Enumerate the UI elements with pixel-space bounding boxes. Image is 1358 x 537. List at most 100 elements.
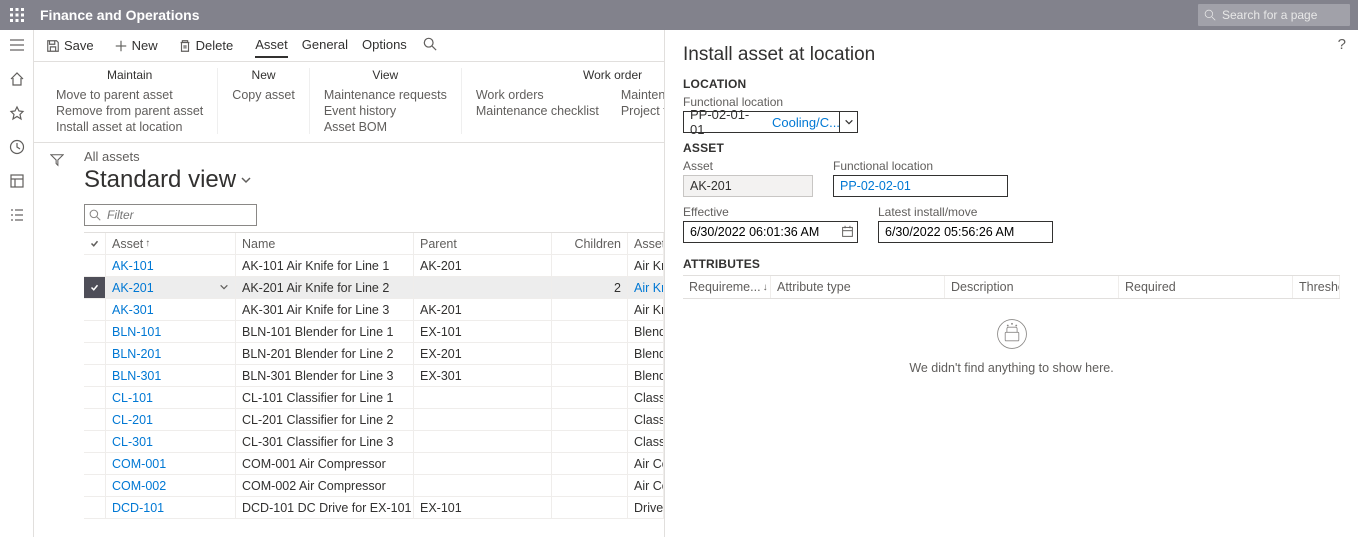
chevron-down-icon — [240, 174, 252, 186]
cell-asset[interactable]: AK-301 — [106, 299, 236, 320]
cell-asset[interactable]: CL-301 — [106, 431, 236, 452]
row-checkbox[interactable] — [84, 299, 106, 320]
cell-asset-type: Classif — [628, 409, 664, 430]
row-checkbox[interactable] — [84, 387, 106, 408]
cell-asset[interactable]: CL-101 — [106, 387, 236, 408]
cell-name: BLN-301 Blender for Line 3 — [236, 365, 414, 386]
workspaces-icon[interactable] — [6, 170, 28, 192]
tab-asset[interactable]: Asset — [255, 33, 288, 58]
cell-children — [552, 453, 628, 474]
row-checkbox[interactable] — [84, 475, 106, 496]
cell-parent — [414, 453, 552, 474]
row-checkbox[interactable] — [84, 321, 106, 342]
tab-options[interactable]: Options — [362, 33, 407, 58]
cell-asset[interactable]: AK-201 — [106, 277, 236, 298]
table-row[interactable]: BLN-101BLN-101 Blender for Line 1EX-101B… — [84, 321, 664, 343]
cell-children — [552, 365, 628, 386]
help-icon[interactable]: ? — [1338, 36, 1346, 53]
cell-children — [552, 299, 628, 320]
search-icon — [1204, 9, 1216, 21]
grid-filter-input[interactable] — [84, 204, 257, 226]
cell-name: CL-301 Classifier for Line 3 — [236, 431, 414, 452]
table-row[interactable]: COM-001COM-001 Air CompressorAir Co — [84, 453, 664, 475]
chevron-down-icon[interactable] — [839, 112, 857, 132]
view-selector[interactable]: Standard view — [84, 166, 664, 194]
cell-asset-type: Air Co — [628, 475, 664, 496]
col-asset-type[interactable]: Asset t — [628, 233, 664, 254]
app-title: Finance and Operations — [40, 7, 199, 23]
app-launcher-icon[interactable] — [0, 0, 34, 30]
row-checkbox[interactable] — [84, 365, 106, 386]
row-checkbox[interactable] — [84, 409, 106, 430]
cell-asset[interactable]: BLN-101 — [106, 321, 236, 342]
recent-icon[interactable] — [6, 136, 28, 158]
cell-asset[interactable]: BLN-301 — [106, 365, 236, 386]
functional-location-combo[interactable]: PP-02-01-01 Cooling/C... — [683, 111, 858, 133]
rib-maint-requests[interactable]: Maintenance requests — [324, 88, 447, 102]
cell-parent: EX-201 — [414, 343, 552, 364]
row-checkbox[interactable] — [84, 255, 106, 276]
cell-parent: AK-201 — [414, 299, 552, 320]
col-parent[interactable]: Parent — [414, 233, 552, 254]
latest-field — [878, 221, 1053, 243]
table-row[interactable]: BLN-301BLN-301 Blender for Line 3EX-301B… — [84, 365, 664, 387]
attr-col-description[interactable]: Description — [945, 276, 1119, 298]
cell-children — [552, 497, 628, 518]
modules-icon[interactable] — [6, 204, 28, 226]
cell-asset[interactable]: DCD-101 — [106, 497, 236, 518]
row-checkbox[interactable] — [84, 343, 106, 364]
new-button[interactable]: New — [110, 36, 162, 55]
delete-button[interactable]: Delete — [174, 36, 238, 55]
row-checkbox[interactable] — [84, 453, 106, 474]
breadcrumb: All assets — [84, 149, 664, 164]
cell-asset[interactable]: COM-002 — [106, 475, 236, 496]
rib-install-location[interactable]: Install asset at location — [56, 120, 203, 134]
table-row[interactable]: DCD-101DCD-101 DC Drive for EX-101EX-101… — [84, 497, 664, 519]
table-row[interactable]: CL-101CL-101 Classifier for Line 1Classi… — [84, 387, 664, 409]
row-checkbox[interactable] — [84, 431, 106, 452]
save-button[interactable]: Save — [42, 36, 98, 55]
col-children[interactable]: Children — [552, 233, 628, 254]
cell-asset[interactable]: AK-101 — [106, 255, 236, 276]
actionbar-search-icon[interactable] — [423, 37, 437, 54]
rib-maint-checklist[interactable]: Maintenance checklist — [476, 104, 599, 118]
row-checkbox[interactable] — [84, 497, 106, 518]
chevron-down-icon[interactable] — [219, 281, 229, 295]
table-row[interactable]: AK-101AK-101 Air Knife for Line 1AK-201A… — [84, 255, 664, 277]
table-row[interactable]: BLN-201BLN-201 Blender for Line 2EX-201B… — [84, 343, 664, 365]
calendar-icon[interactable] — [841, 225, 854, 241]
rib-copy-asset[interactable]: Copy asset — [232, 88, 295, 102]
table-row[interactable]: CL-301CL-301 Classifier for Line 3Classi… — [84, 431, 664, 453]
rib-move-parent[interactable]: Move to parent asset — [56, 88, 203, 102]
attr-col-required[interactable]: Required — [1119, 276, 1293, 298]
ribbon-group-new: New — [232, 68, 295, 82]
table-row[interactable]: AK-301AK-301 Air Knife for Line 3AK-201A… — [84, 299, 664, 321]
rib-work-orders[interactable]: Work orders — [476, 88, 599, 102]
funcloc2-field[interactable] — [833, 175, 1008, 197]
table-row[interactable]: CL-201CL-201 Classifier for Line 2Classi… — [84, 409, 664, 431]
row-checkbox[interactable] — [84, 277, 106, 298]
table-row[interactable]: AK-201AK-201 Air Knife for Line 22Air Kn — [84, 277, 664, 299]
col-asset[interactable]: Asset↑ — [106, 233, 236, 254]
global-search-input[interactable] — [1198, 4, 1350, 26]
col-select[interactable] — [84, 233, 106, 254]
attr-col-type[interactable]: Attribute type — [771, 276, 945, 298]
attr-col-requirement[interactable]: Requireme...↓ — [683, 276, 771, 298]
attr-col-threshold[interactable]: Thresho — [1293, 276, 1340, 298]
effective-field[interactable] — [683, 221, 858, 243]
ribbon-group-maintain: Maintain — [56, 68, 203, 82]
table-row[interactable]: COM-002COM-002 Air CompressorAir Co — [84, 475, 664, 497]
col-name[interactable]: Name — [236, 233, 414, 254]
nav-menu-icon[interactable] — [6, 34, 28, 56]
filter-pane-icon[interactable] — [50, 153, 84, 170]
cell-asset[interactable]: CL-201 — [106, 409, 236, 430]
rib-event-history[interactable]: Event history — [324, 104, 447, 118]
attr-grid-header: Requireme...↓ Attribute type Description… — [683, 275, 1340, 299]
home-icon[interactable] — [6, 68, 28, 90]
cell-asset[interactable]: BLN-201 — [106, 343, 236, 364]
favorites-icon[interactable] — [6, 102, 28, 124]
rib-remove-parent[interactable]: Remove from parent asset — [56, 104, 203, 118]
rib-asset-bom[interactable]: Asset BOM — [324, 120, 447, 134]
cell-asset[interactable]: COM-001 — [106, 453, 236, 474]
tab-general[interactable]: General — [302, 33, 348, 58]
